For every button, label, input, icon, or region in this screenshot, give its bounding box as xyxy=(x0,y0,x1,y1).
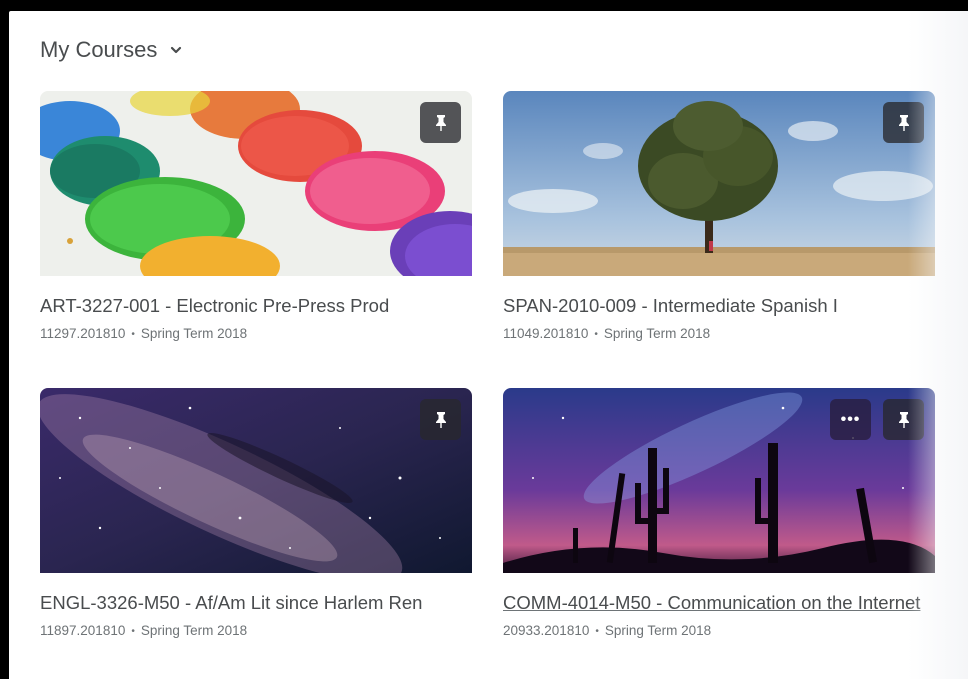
pin-button[interactable] xyxy=(883,102,924,143)
course-card[interactable]: SPAN-2010-009 - Intermediate Spanish I 1… xyxy=(503,91,935,341)
course-title[interactable]: ART-3227-001 - Electronic Pre-Press Prod xyxy=(40,291,472,320)
course-image[interactable] xyxy=(40,91,472,276)
course-meta: 20933.201810 • Spring Term 2018 xyxy=(503,623,935,638)
milky-way-image xyxy=(40,388,472,573)
course-meta: 11297.201810 • Spring Term 2018 xyxy=(40,326,472,341)
pin-button[interactable] xyxy=(420,399,461,440)
course-code: 11049.201810 xyxy=(503,326,589,341)
course-title[interactable]: ENGL-3326-M50 - Af/Am Lit since Harlem R… xyxy=(40,588,472,617)
course-term: Spring Term 2018 xyxy=(604,623,712,638)
course-title[interactable]: SPAN-2010-009 - Intermediate Spanish I xyxy=(503,291,935,320)
pin-button[interactable] xyxy=(420,102,461,143)
course-term: Spring Term 2018 xyxy=(140,326,248,341)
separator: • xyxy=(131,329,135,340)
course-image[interactable]: ••• xyxy=(503,388,935,573)
pin-icon xyxy=(435,114,446,131)
my-courses-header[interactable]: My Courses xyxy=(40,37,183,63)
course-meta: 11897.201810 • Spring Term 2018 xyxy=(40,623,472,638)
course-meta: 11049.201810 • Spring Term 2018 xyxy=(503,326,935,341)
my-courses-widget: My Courses ART-3227-001 - Electronic Pre… xyxy=(9,11,968,679)
chevron-down-icon[interactable] xyxy=(169,43,183,57)
tree-image xyxy=(503,91,935,276)
separator: • xyxy=(131,626,135,637)
pin-icon xyxy=(898,114,909,131)
course-title[interactable]: COMM-4014-M50 - Communication on the Int… xyxy=(503,588,923,617)
widget-title[interactable]: My Courses xyxy=(40,37,157,63)
course-card[interactable]: ART-3227-001 - Electronic Pre-Press Prod… xyxy=(40,91,472,341)
course-image[interactable] xyxy=(40,388,472,573)
separator: • xyxy=(595,626,599,637)
course-card[interactable]: ENGL-3326-M50 - Af/Am Lit since Harlem R… xyxy=(40,388,472,638)
course-card[interactable]: ••• COMM-4014-M50 - Communication on the… xyxy=(503,388,935,638)
more-options-button[interactable]: ••• xyxy=(830,399,871,440)
course-code: 20933.201810 xyxy=(503,623,590,638)
course-term: Spring Term 2018 xyxy=(603,326,711,341)
separator: • xyxy=(594,329,598,340)
course-term: Spring Term 2018 xyxy=(140,623,248,638)
pin-icon xyxy=(435,411,446,428)
palette-image xyxy=(40,91,472,276)
pin-icon xyxy=(898,411,909,428)
course-code: 11897.201810 xyxy=(40,623,126,638)
course-code: 11297.201810 xyxy=(40,326,126,341)
pin-button[interactable] xyxy=(883,399,924,440)
more-options-icon: ••• xyxy=(840,410,861,428)
course-image[interactable] xyxy=(503,91,935,276)
